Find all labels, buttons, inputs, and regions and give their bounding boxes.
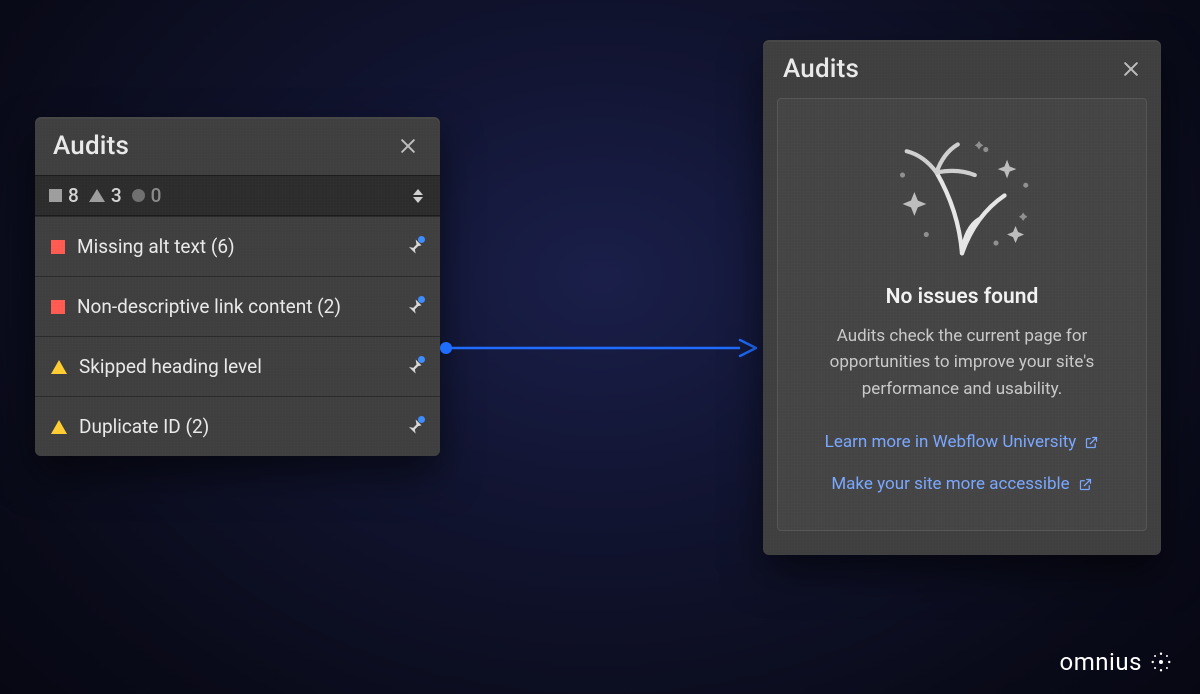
empty-state-description: Audits check the current page for opport… bbox=[800, 323, 1124, 402]
issue-row[interactable]: Duplicate ID (2) bbox=[35, 396, 440, 456]
panel-header: Audits bbox=[35, 117, 440, 175]
close-button[interactable] bbox=[1117, 55, 1145, 83]
empty-state-title: No issues found bbox=[800, 285, 1124, 309]
info-count-value: 0 bbox=[151, 184, 162, 207]
issue-row[interactable]: Skipped heading level bbox=[35, 336, 440, 396]
error-severity-icon bbox=[51, 300, 65, 314]
error-count: 8 bbox=[49, 184, 79, 207]
error-count-icon bbox=[49, 189, 62, 202]
pin-indicator-dot bbox=[418, 236, 425, 243]
warning-count-icon bbox=[89, 189, 105, 202]
warning-severity-icon bbox=[51, 420, 67, 434]
close-icon bbox=[398, 136, 418, 156]
audits-panel-empty: Audits bbox=[763, 40, 1161, 555]
panel-header: Audits bbox=[763, 40, 1161, 98]
issue-label: Skipped heading level bbox=[79, 355, 262, 378]
pin-indicator-dot bbox=[418, 356, 425, 363]
expand-collapse-toggle[interactable] bbox=[408, 183, 428, 209]
warning-severity-icon bbox=[51, 360, 67, 374]
chevron-down-icon bbox=[413, 197, 423, 203]
warning-count-value: 3 bbox=[111, 184, 122, 207]
external-link-icon bbox=[1078, 477, 1093, 492]
flow-arrow bbox=[440, 336, 758, 360]
issue-row-left: Non-descriptive link content (2) bbox=[51, 295, 341, 318]
pin-button[interactable] bbox=[404, 297, 424, 317]
link-label: Make your site more accessible bbox=[831, 474, 1069, 494]
pin-indicator-dot bbox=[418, 296, 425, 303]
pin-indicator-dot bbox=[418, 416, 425, 423]
firework-illustration bbox=[800, 133, 1124, 263]
brand-name: omnius bbox=[1060, 648, 1142, 676]
panel-title: Audits bbox=[783, 54, 859, 84]
warning-count: 3 bbox=[89, 184, 122, 207]
info-count: 0 bbox=[132, 184, 162, 207]
close-button[interactable] bbox=[394, 132, 422, 160]
issue-label: Missing alt text (6) bbox=[77, 235, 235, 258]
error-severity-icon bbox=[51, 240, 65, 254]
info-count-icon bbox=[132, 189, 145, 202]
issue-counts-row[interactable]: 8 3 0 bbox=[35, 175, 440, 216]
issue-row-left: Missing alt text (6) bbox=[51, 235, 235, 258]
panel-title: Audits bbox=[53, 131, 129, 161]
pin-button[interactable] bbox=[404, 417, 424, 437]
brand-glyph-icon bbox=[1150, 651, 1172, 673]
issue-row[interactable]: Missing alt text (6) bbox=[35, 216, 440, 276]
brand-watermark: omnius bbox=[1060, 648, 1172, 676]
issue-row-left: Skipped heading level bbox=[51, 355, 262, 378]
close-icon bbox=[1121, 59, 1141, 79]
pin-button[interactable] bbox=[404, 357, 424, 377]
issue-label: Non-descriptive link content (2) bbox=[77, 295, 341, 318]
accessibility-link[interactable]: Make your site more accessible bbox=[800, 468, 1124, 500]
pin-button[interactable] bbox=[404, 237, 424, 257]
issue-label: Duplicate ID (2) bbox=[79, 415, 209, 438]
link-label: Learn more in Webflow University bbox=[825, 432, 1077, 452]
issue-row-left: Duplicate ID (2) bbox=[51, 415, 209, 438]
empty-state-card: No issues found Audits check the current… bbox=[777, 98, 1147, 531]
audits-panel-with-issues: Audits 8 3 0 Missing alt text (6) Non-des… bbox=[35, 117, 440, 456]
chevron-up-icon bbox=[413, 189, 423, 195]
issue-row[interactable]: Non-descriptive link content (2) bbox=[35, 276, 440, 336]
error-count-value: 8 bbox=[68, 184, 79, 207]
external-link-icon bbox=[1084, 435, 1099, 450]
learn-more-link[interactable]: Learn more in Webflow University bbox=[800, 426, 1124, 458]
